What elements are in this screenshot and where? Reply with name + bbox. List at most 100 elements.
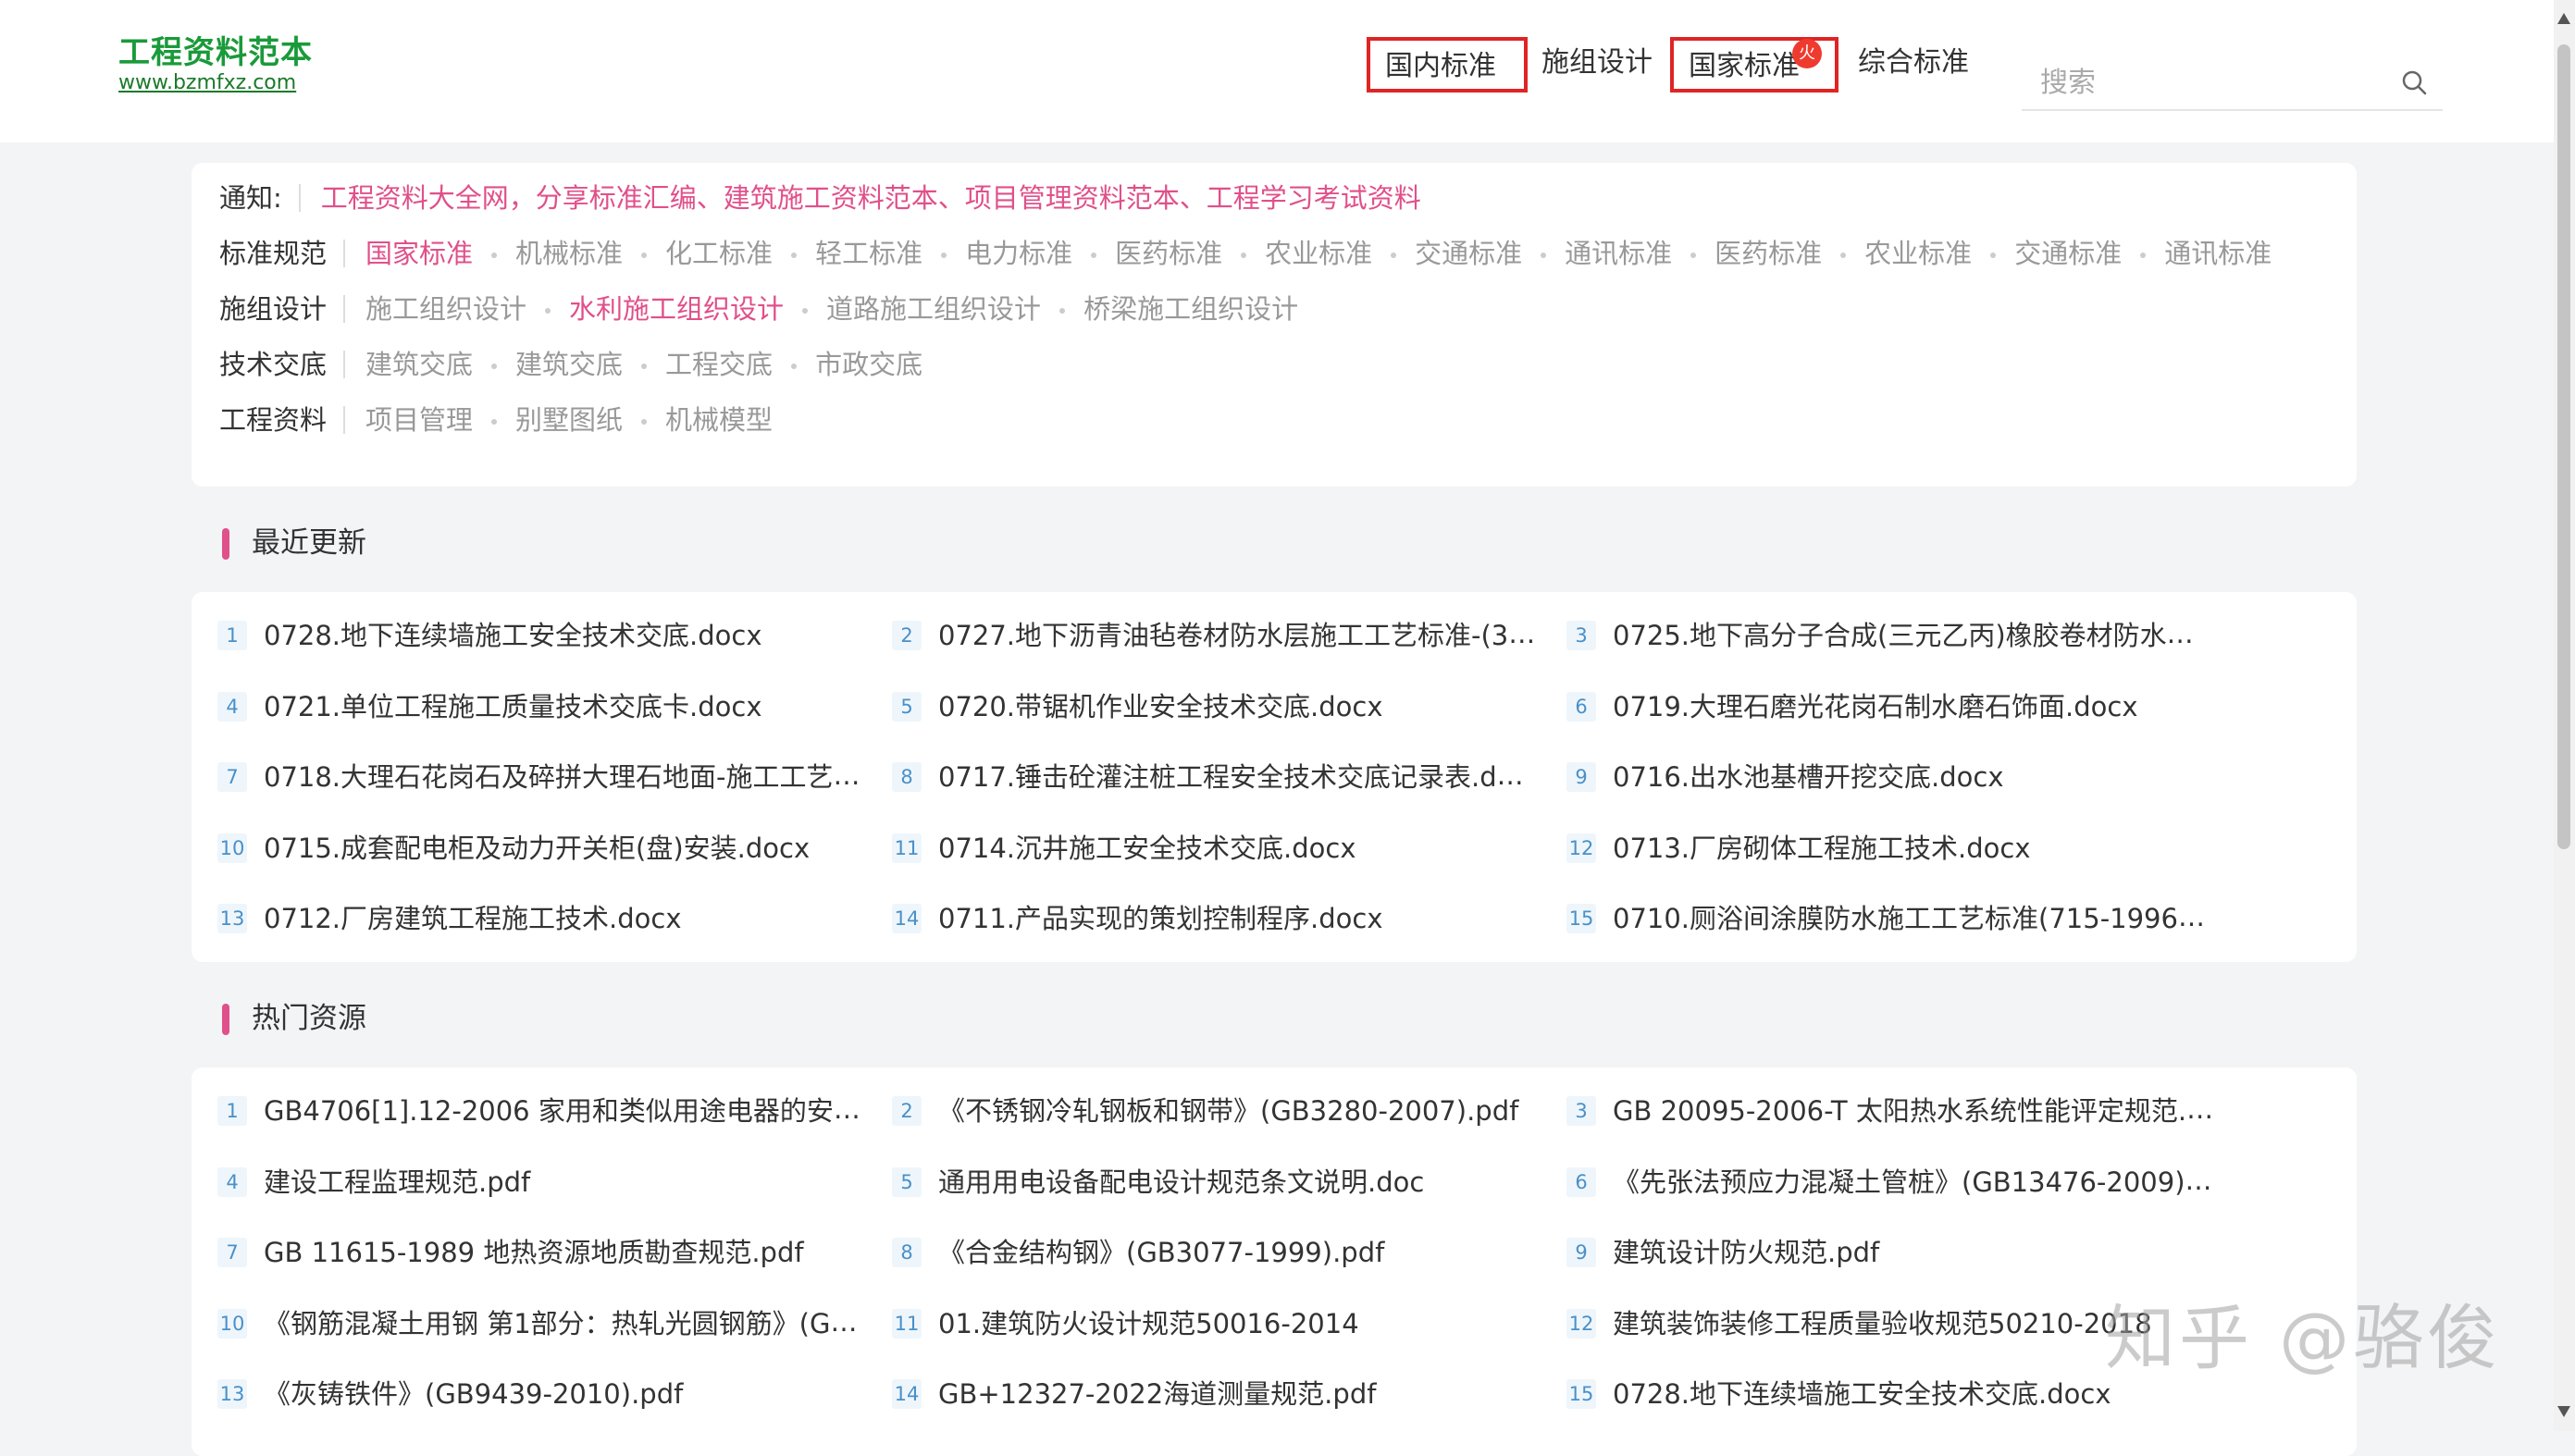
list-item[interactable]: 2 《不锈钢冷轧钢板和钢带》(GB3280-2007).pdf — [892, 1086, 1540, 1132]
list-item-link[interactable]: 0712.厂房建筑工程施工技术.docx — [264, 903, 682, 934]
category-link[interactable]: 机械标准 — [515, 240, 623, 267]
category-link[interactable]: 机械模型 — [665, 406, 773, 434]
list-item-link[interactable]: 建设工程监理规范.pdf — [264, 1166, 530, 1198]
list-item[interactable]: 10 0715.成套配电柜及动力开关柜(盘)安装.docx — [217, 823, 865, 870]
nav-item-domestic-standards[interactable]: 国内标准 — [1367, 37, 1528, 93]
list-item-link[interactable]: 0720.带锯机作业安全技术交底.docx — [938, 691, 1383, 722]
list-item[interactable]: 3 0725.地下高分子合成(三元乙丙)橡胶卷材防水层施工... — [1566, 611, 2214, 657]
category-link[interactable]: 电力标准 — [965, 240, 1072, 267]
nav-item-national-standards[interactable]: 国家标准 火 — [1670, 37, 1838, 93]
list-item-link[interactable]: GB4706[1].12-2006 家用和类似用途电器的安全储水... — [264, 1093, 865, 1127]
category-link[interactable]: 道路施工组织设计 — [826, 295, 1041, 323]
list-item-link[interactable]: 建筑装饰装修工程质量验收规范50210-2018 — [1613, 1308, 2152, 1339]
nav-item-comprehensive-standards[interactable]: 综合标准 — [1843, 37, 1984, 93]
list-item[interactable]: 2 0727.地下沥青油毡卷材防水层施工工艺标准-(303-1... — [892, 611, 1540, 657]
list-item[interactable]: 7 0718.大理石花岗石及碎拼大理石地面-施工工艺标准(... — [217, 752, 865, 798]
list-item[interactable]: 13 《灰铸铁件》(GB9439-2010).pdf — [217, 1369, 865, 1415]
list-item[interactable]: 11 0714.沉井施工安全技术交底.docx — [892, 823, 1540, 870]
list-item-link[interactable]: 0711.产品实现的策划控制程序.docx — [938, 903, 1383, 934]
list-item[interactable]: 13 0712.厂房建筑工程施工技术.docx — [217, 894, 865, 940]
nav-label[interactable]: 综合标准 — [1858, 46, 1969, 79]
list-item[interactable]: 12 0713.厂房砌体工程施工技术.docx — [1566, 823, 2214, 870]
list-item[interactable]: 11 01.建筑防火设计规范50016-2014 — [892, 1299, 1540, 1345]
category-link[interactable]: 通讯标准 — [2164, 240, 2272, 267]
logo-title[interactable]: 工程资料范本 — [118, 33, 313, 72]
notice-text[interactable]: 工程资料大全网，分享标准汇编、建筑施工资料范本、项目管理资料范本、工程学习考试资… — [321, 182, 1421, 214]
list-item-link[interactable]: 《钢筋混凝土用钢 第1部分：热轧光圆钢筋》(GB 14... — [264, 1306, 865, 1339]
list-item-link[interactable]: 0719.大理石磨光花岗石制水磨石饰面.docx — [1613, 691, 2138, 722]
list-item[interactable]: 8 0717.锤击砼灌注桩工程安全技术交底记录表.docx — [892, 752, 1540, 798]
list-item-link[interactable]: 01.建筑防火设计规范50016-2014 — [938, 1308, 1359, 1339]
list-item-link[interactable]: 《合金结构钢》(GB3077-1999).pdf — [938, 1237, 1384, 1268]
site-logo[interactable]: 工程资料范本 www.bzmfxz.com — [118, 33, 313, 94]
list-item-link[interactable]: 0727.地下沥青油毡卷材防水层施工工艺标准-(303-1... — [938, 618, 1540, 651]
list-item-link[interactable]: 《灰铸铁件》(GB9439-2010).pdf — [264, 1378, 683, 1410]
list-item-link[interactable]: 通用用电设备配电设计规范条文说明.doc — [938, 1166, 1424, 1198]
list-item-link[interactable]: GB+12327-2022海道测量规范.pdf — [938, 1378, 1376, 1410]
category-link[interactable]: 项目管理 — [365, 406, 473, 434]
list-item[interactable]: 4 建设工程监理规范.pdf — [217, 1157, 865, 1203]
category-link[interactable]: 通讯标准 — [1565, 240, 1672, 267]
nav-item-construction-design[interactable]: 施组设计 — [1527, 37, 1667, 93]
category-link[interactable]: 医药标准 — [1115, 240, 1222, 267]
list-item[interactable]: 1 0728.地下连续墙施工安全技术交底.docx — [217, 611, 865, 657]
category-link[interactable]: 工程交底 — [665, 351, 773, 378]
category-link[interactable]: 国家标准 — [365, 240, 473, 267]
list-item-link[interactable]: 0728.地下连续墙施工安全技术交底.docx — [264, 620, 762, 651]
list-item-link[interactable]: 0717.锤击砼灌注桩工程安全技术交底记录表.docx — [938, 759, 1540, 793]
list-item-link[interactable]: 《先张法预应力混凝土管桩》(GB13476-2009).pdf — [1613, 1165, 2214, 1198]
category-link[interactable]: 建筑交底 — [365, 351, 473, 378]
list-item[interactable]: 10 《钢筋混凝土用钢 第1部分：热轧光圆钢筋》(GB 14... — [217, 1299, 865, 1345]
page-scrollbar[interactable] — [2554, 0, 2575, 1431]
list-item[interactable]: 9 0716.出水池基槽开挖交底.docx — [1566, 752, 2214, 798]
category-link[interactable]: 别墅图纸 — [515, 406, 623, 434]
category-link[interactable]: 医药标准 — [1715, 240, 1822, 267]
scroll-thumb[interactable] — [2557, 44, 2570, 849]
category-link[interactable]: 交通标准 — [1415, 240, 1522, 267]
list-item-link[interactable]: 建筑设计防火规范.pdf — [1613, 1237, 1879, 1268]
list-item[interactable]: 6 《先张法预应力混凝土管桩》(GB13476-2009).pdf — [1566, 1157, 2214, 1203]
list-item[interactable]: 1 GB4706[1].12-2006 家用和类似用途电器的安全储水... — [217, 1086, 865, 1132]
list-item[interactable]: 3 GB 20095-2006-T 太阳热水系统性能评定规范.pdf — [1566, 1086, 2214, 1132]
list-item-link[interactable]: GB 11615-1989 地热资源地质勘查规范.pdf — [264, 1237, 804, 1268]
list-item-link[interactable]: 0714.沉井施工安全技术交底.docx — [938, 833, 1356, 864]
category-link[interactable]: 施工组织设计 — [365, 295, 526, 323]
scroll-up-arrow-icon[interactable] — [2557, 13, 2570, 24]
list-item[interactable]: 14 0711.产品实现的策划控制程序.docx — [892, 894, 1540, 940]
search-icon[interactable] — [2396, 65, 2433, 102]
category-link[interactable]: 桥梁施工组织设计 — [1083, 295, 1298, 323]
list-item[interactable]: 5 通用用电设备配电设计规范条文说明.doc — [892, 1157, 1540, 1203]
list-item[interactable]: 7 GB 11615-1989 地热资源地质勘查规范.pdf — [217, 1228, 865, 1274]
category-link[interactable]: 化工标准 — [665, 240, 773, 267]
list-item[interactable]: 5 0720.带锯机作业安全技术交底.docx — [892, 682, 1540, 728]
category-link[interactable]: 水利施工组织设计 — [569, 295, 784, 323]
list-item[interactable]: 9 建筑设计防火规范.pdf — [1566, 1228, 2214, 1274]
list-item-link[interactable]: 0721.单位工程施工质量技术交底卡.docx — [264, 691, 762, 722]
list-item[interactable]: 8 《合金结构钢》(GB3077-1999).pdf — [892, 1228, 1540, 1274]
category-link[interactable]: 建筑交底 — [515, 351, 623, 378]
list-item-link[interactable]: GB 20095-2006-T 太阳热水系统性能评定规范.pdf — [1613, 1093, 2214, 1127]
list-item-link[interactable]: 0710.厕浴间涂膜防水施工工艺标准(715-1996).docx — [1613, 901, 2214, 934]
list-item-link[interactable]: 0728.地下连续墙施工安全技术交底.docx — [1613, 1378, 2111, 1410]
list-item[interactable]: 14 GB+12327-2022海道测量规范.pdf — [892, 1369, 1540, 1415]
list-item-link[interactable]: 0713.厂房砌体工程施工技术.docx — [1613, 833, 2031, 864]
category-link[interactable]: 农业标准 — [1265, 240, 1372, 267]
logo-url[interactable]: www.bzmfxz.com — [118, 72, 313, 94]
nav-label[interactable]: 国家标准 — [1689, 50, 1800, 82]
nav-label[interactable]: 施组设计 — [1541, 46, 1653, 79]
scroll-down-arrow-icon[interactable] — [2557, 1406, 2570, 1417]
list-item-link[interactable]: 0718.大理石花岗石及碎拼大理石地面-施工工艺标准(... — [264, 759, 865, 793]
list-item-link[interactable]: 0715.成套配电柜及动力开关柜(盘)安装.docx — [264, 833, 810, 864]
category-link[interactable]: 交通标准 — [2014, 240, 2122, 267]
category-link[interactable]: 轻工标准 — [815, 240, 922, 267]
list-item[interactable]: 6 0719.大理石磨光花岗石制水磨石饰面.docx — [1566, 682, 2214, 728]
list-item-link[interactable]: 0716.出水池基槽开挖交底.docx — [1613, 761, 2004, 793]
list-item-link[interactable]: 《不锈钢冷轧钢板和钢带》(GB3280-2007).pdf — [938, 1095, 1518, 1127]
category-link[interactable]: 市政交底 — [815, 351, 922, 378]
list-item-link[interactable]: 0725.地下高分子合成(三元乙丙)橡胶卷材防水层施工... — [1613, 618, 2214, 651]
search-input[interactable] — [2038, 61, 2375, 104]
list-item[interactable]: 15 0710.厕浴间涂膜防水施工工艺标准(715-1996).docx — [1566, 894, 2214, 940]
nav-label[interactable]: 国内标准 — [1385, 50, 1496, 82]
list-item[interactable]: 4 0721.单位工程施工质量技术交底卡.docx — [217, 682, 865, 728]
category-link[interactable]: 农业标准 — [1864, 240, 1972, 267]
